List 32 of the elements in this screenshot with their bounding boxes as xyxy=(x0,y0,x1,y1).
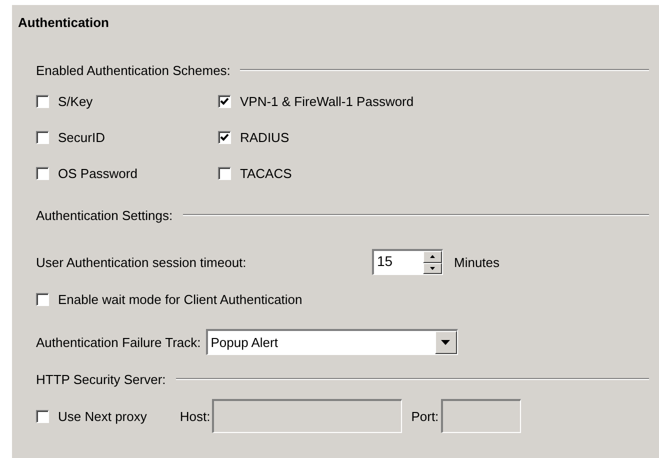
checkbox-label: S/Key xyxy=(58,94,93,108)
failure-track-label: Authentication Failure Track: xyxy=(36,334,201,350)
timeout-spinbox[interactable]: 15 xyxy=(372,249,443,275)
dropdown-arrow-icon xyxy=(441,340,450,345)
checkbox-label: OS Password xyxy=(58,166,138,180)
checkbox-label: VPN-1 & FireWall-1 Password xyxy=(240,94,414,108)
up-arrow-icon xyxy=(430,255,435,258)
host-label: Host: xyxy=(180,408,210,424)
checkbox-label: Use Next proxy xyxy=(58,408,147,424)
checkbox[interactable] xyxy=(36,166,49,180)
checkbox-label: TACACS xyxy=(240,166,292,180)
group-heading: HTTP Security Server: xyxy=(36,372,166,386)
checkbox-label: SecurID xyxy=(58,130,105,144)
checkbox[interactable] xyxy=(36,410,49,422)
failure-track-dropdown[interactable]: Popup Alert xyxy=(206,329,458,355)
checkbox[interactable] xyxy=(218,166,231,180)
checkbox[interactable] xyxy=(218,94,231,108)
group-heading: Authentication Settings: xyxy=(36,208,173,222)
spin-up-button[interactable] xyxy=(423,251,442,262)
checkbox[interactable] xyxy=(36,94,49,108)
port-label: Port: xyxy=(411,408,439,424)
timeout-label: User Authentication session timeout: xyxy=(36,254,248,270)
unit-label: Minutes xyxy=(454,254,500,270)
checkbox[interactable] xyxy=(36,130,49,144)
spin-down-button[interactable] xyxy=(423,262,442,274)
checkbox-label: RADIUS xyxy=(240,130,290,144)
checkbox[interactable] xyxy=(218,130,231,144)
down-arrow-icon xyxy=(430,266,435,270)
group-heading: Enabled Authentication Schemes: xyxy=(36,62,230,78)
section-title: Authentication xyxy=(18,15,110,32)
checkbox-label: Enable wait mode for Client Authentication xyxy=(58,292,302,306)
checkbox[interactable] xyxy=(36,292,49,306)
